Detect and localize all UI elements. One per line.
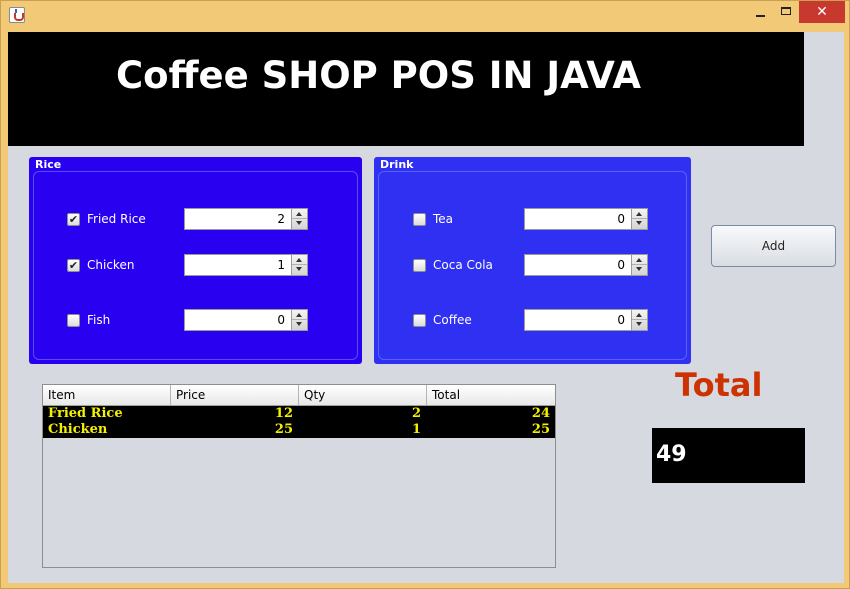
spinner-buttons [291, 255, 307, 275]
tea-qty-spinner[interactable]: 0 [524, 208, 648, 230]
fish-qty-spinner[interactable]: 0 [184, 309, 308, 331]
column-header-item[interactable]: Item [43, 385, 171, 405]
coffee-qty-value: 0 [617, 313, 625, 327]
cell-total: 24 [531, 406, 550, 421]
rice-panel-title: Rice [35, 158, 62, 171]
table-body: Fried Rice 12 2 24 Chicken 25 1 25 [43, 406, 555, 438]
spinner-down-icon[interactable] [632, 219, 647, 229]
cell-total: 25 [531, 422, 550, 437]
spinner-buttons [631, 209, 647, 229]
cell-item: Fried Rice [48, 406, 123, 421]
coffee-checkbox[interactable] [413, 314, 426, 327]
java-icon [9, 7, 25, 23]
drink-row-coca-cola: Coca Cola 0 [413, 254, 683, 276]
fried-rice-qty-spinner[interactable]: 2 [184, 208, 308, 230]
spinner-down-icon[interactable] [632, 265, 647, 275]
cell-price: 25 [274, 422, 293, 437]
tea-label: Tea [433, 212, 454, 226]
spinner-up-icon[interactable] [632, 255, 647, 265]
fish-qty-value: 0 [277, 313, 285, 327]
spinner-down-icon[interactable] [632, 320, 647, 330]
coca-cola-qty-value: 0 [617, 258, 625, 272]
table-header: Item Price Qty Total [43, 385, 555, 406]
fish-label: Fish [87, 313, 111, 327]
spinner-buttons [631, 310, 647, 330]
cell-item: Chicken [48, 422, 108, 437]
spinner-buttons [291, 209, 307, 229]
client-area: Coffee SHOP POS IN JAVA Rice ✔ Fried Ric… [8, 32, 844, 583]
chicken-checkbox[interactable]: ✔ [67, 259, 80, 272]
add-button[interactable]: Add [711, 225, 836, 267]
fried-rice-qty-value: 2 [277, 212, 285, 226]
drink-panel: Drink Tea 0 Coca Cola 0 Coffee 0 [374, 157, 691, 364]
tea-qty-value: 0 [617, 212, 625, 226]
coca-cola-checkbox[interactable] [413, 259, 426, 272]
fried-rice-checkbox[interactable]: ✔ [67, 213, 80, 226]
coffee-label: Coffee [433, 313, 472, 327]
total-value: 49 [656, 442, 687, 467]
spinner-down-icon[interactable] [292, 265, 307, 275]
spinner-down-icon[interactable] [292, 219, 307, 229]
spinner-down-icon[interactable] [292, 320, 307, 330]
app-window: ✕ Coffee SHOP POS IN JAVA Rice ✔ Fried R… [0, 0, 850, 589]
column-header-total[interactable]: Total [427, 385, 555, 405]
coca-cola-label: Coca Cola [433, 258, 493, 272]
cell-qty: 2 [411, 406, 421, 421]
spinner-up-icon[interactable] [292, 255, 307, 265]
rice-row-chicken: ✔ Chicken 1 [67, 254, 357, 276]
rice-panel: Rice ✔ Fried Rice 2 ✔ Chicken 1 Fish 0 [29, 157, 362, 364]
spinner-up-icon[interactable] [632, 209, 647, 219]
drink-panel-title: Drink [380, 158, 414, 171]
column-header-qty[interactable]: Qty [299, 385, 427, 405]
spinner-up-icon[interactable] [292, 310, 307, 320]
drink-row-coffee: Coffee 0 [413, 309, 683, 331]
spinner-up-icon[interactable] [632, 310, 647, 320]
total-label: Total [675, 366, 763, 404]
column-header-price[interactable]: Price [171, 385, 299, 405]
table-row[interactable]: Fried Rice 12 2 24 [43, 406, 555, 422]
tea-checkbox[interactable] [413, 213, 426, 226]
spinner-up-icon[interactable] [292, 209, 307, 219]
spinner-buttons [631, 255, 647, 275]
minimize-button[interactable] [747, 1, 773, 23]
total-display: 49 [652, 428, 805, 483]
chicken-qty-spinner[interactable]: 1 [184, 254, 308, 276]
rice-row-fish: Fish 0 [67, 309, 357, 331]
chicken-label: Chicken [87, 258, 135, 272]
table-row[interactable]: Chicken 25 1 25 [43, 422, 555, 438]
minimize-icon [755, 15, 765, 17]
maximize-button[interactable] [773, 1, 799, 23]
cell-qty: 1 [411, 422, 421, 437]
chicken-qty-value: 1 [277, 258, 285, 272]
order-table[interactable]: Item Price Qty Total Fried Rice 12 2 24 … [42, 384, 556, 568]
app-title: Coffee SHOP POS IN JAVA [116, 54, 642, 97]
close-button[interactable]: ✕ [799, 1, 845, 23]
rice-row-fried-rice: ✔ Fried Rice 2 [67, 208, 357, 230]
fried-rice-label: Fried Rice [87, 212, 146, 226]
cell-price: 12 [274, 406, 293, 421]
maximize-icon [781, 7, 791, 15]
drink-row-tea: Tea 0 [413, 208, 683, 230]
spinner-buttons [291, 310, 307, 330]
fish-checkbox[interactable] [67, 314, 80, 327]
coca-cola-qty-spinner[interactable]: 0 [524, 254, 648, 276]
title-bar: ✕ [1, 1, 850, 31]
header-banner: Coffee SHOP POS IN JAVA [8, 32, 804, 146]
coffee-qty-spinner[interactable]: 0 [524, 309, 648, 331]
